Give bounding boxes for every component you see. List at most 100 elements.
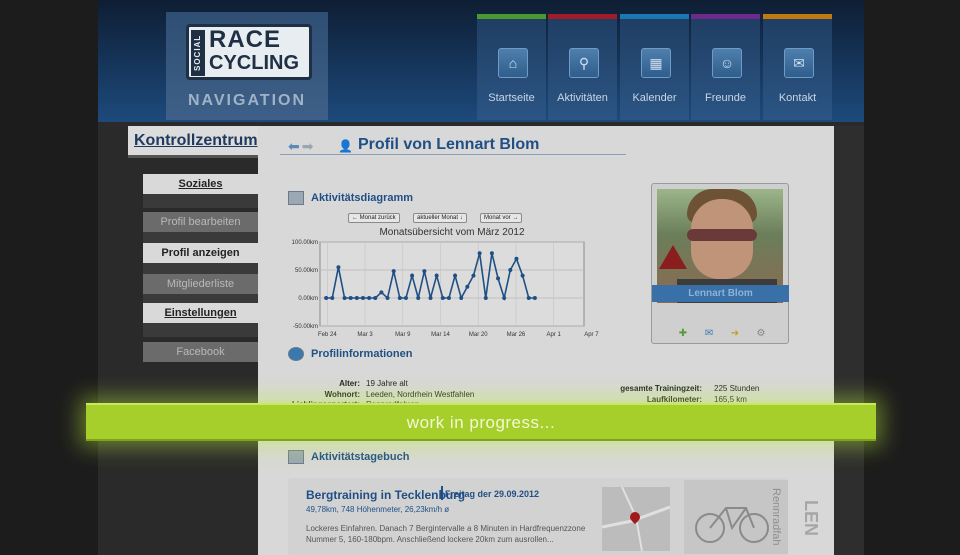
chart-data-point xyxy=(348,296,353,300)
diary-title-separator xyxy=(441,486,443,500)
info-value-training-time: 225 Stunden xyxy=(714,384,760,393)
bike-icon: ⚲ xyxy=(569,48,599,78)
info-value-residence: Leeden, Nordrhein Westfahlen xyxy=(366,390,475,399)
chart-data-point xyxy=(385,296,390,300)
chart-data-point xyxy=(502,296,507,300)
settings-gear-icon[interactable]: ⚙ xyxy=(754,328,768,339)
chart-x-tick-label: Mar 20 xyxy=(469,332,488,338)
chart-data-point xyxy=(483,296,488,300)
photo-warning-sign xyxy=(659,245,687,269)
nav-item-aktivitaeten[interactable]: ⚲ Aktivitäten xyxy=(548,14,617,120)
diary-icon xyxy=(288,450,304,464)
chart-x-tick-label: Feb 24 xyxy=(318,332,337,338)
calendar-icon: ▦ xyxy=(641,48,671,78)
logo-race-text: RACE xyxy=(209,26,282,53)
chart-data-point xyxy=(397,296,402,300)
chart-data-point xyxy=(367,296,372,300)
page-title: Profil von Lennart Blom xyxy=(358,136,540,153)
sidebar-item-profil-anzeigen[interactable]: Profil anzeigen xyxy=(143,243,258,263)
history-arrows: ⬅ ➡ xyxy=(288,138,313,155)
chart-data-point xyxy=(459,296,464,300)
info-value-age: 19 Jahre alt xyxy=(366,379,408,388)
sidebar-divider xyxy=(143,194,258,208)
photo-sunglasses xyxy=(687,229,757,241)
info-icon xyxy=(288,347,304,361)
chart-data-point xyxy=(391,269,396,274)
chart-data-point xyxy=(514,256,519,261)
profile-info-heading: Profilinformationen xyxy=(311,348,413,360)
chart-data-point xyxy=(434,273,439,278)
nav-item-label: Kalender xyxy=(632,92,677,104)
chart-data-point xyxy=(477,251,482,256)
diary-entry-text: Lockeres Einfahren. Danach 7 Berginterva… xyxy=(306,524,586,544)
sidebar-item-soziales[interactable]: Soziales xyxy=(143,174,258,194)
nav-item-startseite[interactable]: ⌂ Startseite xyxy=(477,14,546,120)
chart-data-point xyxy=(532,296,537,300)
chart-y-tick-label: 50.00km xyxy=(295,268,318,274)
banner-text: work in progress... xyxy=(406,413,556,432)
chart-data-point xyxy=(440,296,445,300)
forward-arrow-icon[interactable]: ➡ xyxy=(302,138,314,154)
nav-item-label: Kontakt xyxy=(778,92,817,104)
chart-x-tick-label: Mar 14 xyxy=(431,332,450,338)
chart-data-point xyxy=(330,296,335,300)
user-icon: 👤 xyxy=(338,139,353,153)
message-icon[interactable]: ✉ xyxy=(702,328,716,339)
nav-item-label: Aktivitäten xyxy=(557,92,608,104)
chart-data-point xyxy=(360,296,365,300)
nav-item-label: Freunde xyxy=(705,92,746,104)
navigation-title: NAVIGATION xyxy=(187,92,307,109)
chart-data-point xyxy=(508,268,513,272)
info-label-training-time: gesamte Trainingzeit: xyxy=(620,384,702,393)
chart-data-point xyxy=(342,296,347,300)
info-label-age: Alter: xyxy=(339,379,360,388)
nav-color-bar xyxy=(763,14,832,19)
forward-icon[interactable]: ➜ xyxy=(728,328,742,339)
diary-side-label: Rennradfah xyxy=(770,488,782,546)
chart-x-tick-label: Mar 26 xyxy=(507,332,526,338)
back-arrow-icon[interactable]: ⬅ xyxy=(288,138,300,154)
chart-data-point xyxy=(410,273,415,278)
nav-item-kalender[interactable]: ▦ Kalender xyxy=(620,14,689,120)
race-cycling-logo[interactable]: SOCIAL RACE CYCLING xyxy=(186,24,312,80)
diary-entry-stats: 49,78km, 748 Höhenmeter, 26,23km/h ø xyxy=(306,505,450,514)
nav-color-bar xyxy=(548,14,617,19)
chart-x-tick-label: Mar 9 xyxy=(395,332,411,338)
route-map[interactable] xyxy=(602,487,670,551)
chart-x-tick-label: Mar 3 xyxy=(357,332,373,338)
sidebar-title[interactable]: Kontrollzentrum xyxy=(128,126,258,158)
chart-data-point xyxy=(379,290,384,295)
chart-data-point xyxy=(471,273,476,278)
chart-section-icon xyxy=(288,191,304,205)
home-icon: ⌂ xyxy=(498,48,528,78)
chart-y-tick-label: 0.00km xyxy=(298,296,318,302)
chart-data-point xyxy=(496,276,501,281)
nav-color-bar xyxy=(691,14,760,19)
chart-x-tick-label: Apr 1 xyxy=(546,332,561,338)
sidebar-item-einstellungen[interactable]: Einstellungen xyxy=(143,303,258,323)
right-margin xyxy=(834,126,864,555)
chart-y-tick-label: -50.00km xyxy=(293,324,318,330)
nav-color-bar xyxy=(477,14,546,19)
nav-item-label: Startseite xyxy=(488,92,535,104)
chart-y-tick-label: 100.00km xyxy=(292,240,318,246)
diary-entry-date: Freitag der 29.09.2012 xyxy=(445,489,540,499)
sidebar-divider xyxy=(143,323,258,337)
chart-data-point xyxy=(446,296,451,300)
nav-item-kontakt[interactable]: ✉ Kontakt xyxy=(763,14,832,120)
diary-big-side-label: LEN xyxy=(801,500,821,536)
nav-item-freunde[interactable]: ☺ Freunde xyxy=(691,14,760,120)
title-underline xyxy=(280,154,626,155)
work-in-progress-banner: work in progress... xyxy=(86,403,876,441)
friends-icon: ☺ xyxy=(712,48,742,78)
sidebar-item-profil-bearbeiten[interactable]: Profil bearbeiten xyxy=(143,212,258,232)
add-friend-icon[interactable]: ✚ xyxy=(676,328,690,339)
chart-x-tick-label: Apr 7 xyxy=(584,332,599,338)
chart-data-point xyxy=(428,296,433,300)
activity-chart-heading: Aktivitätsdiagramm xyxy=(311,192,414,204)
sidebar-item-mitgliederliste[interactable]: Mitgliederliste xyxy=(143,274,258,294)
nav-color-bar xyxy=(620,14,689,19)
info-label-residence: Wohnort: xyxy=(324,390,360,399)
chart-data-point xyxy=(336,265,341,270)
sidebar-item-facebook[interactable]: Facebook xyxy=(143,342,258,362)
